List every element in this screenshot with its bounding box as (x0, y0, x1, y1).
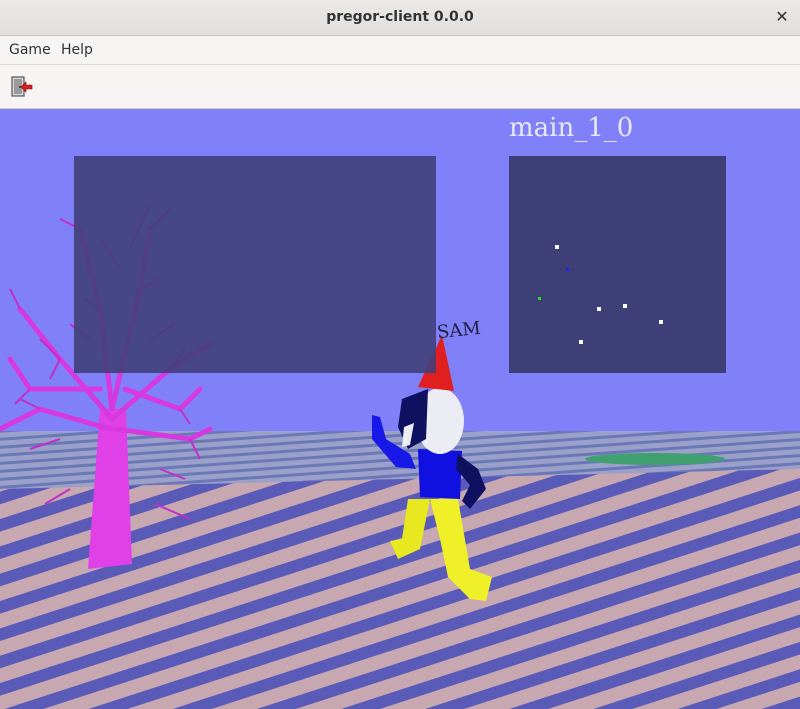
exit-door-icon (11, 76, 33, 97)
pond (585, 453, 725, 465)
minimap-marker (623, 304, 627, 308)
window-title: pregor-client 0.0.0 (326, 9, 474, 25)
minimap (509, 156, 726, 373)
info-panel (74, 156, 436, 373)
minimap-marker (538, 297, 541, 300)
minimap-marker (555, 245, 559, 249)
exit-button[interactable] (9, 74, 35, 100)
minimap-marker (659, 320, 663, 324)
menu-help[interactable]: Help (61, 42, 93, 58)
toolbar (0, 65, 800, 109)
title-bar: pregor-client 0.0.0 ✕ (0, 0, 800, 36)
menu-bar: Game Help (0, 36, 800, 65)
menu-game[interactable]: Game (9, 42, 51, 58)
game-viewport[interactable]: SAM main_1_0 (0, 109, 800, 709)
close-icon[interactable]: ✕ (772, 7, 792, 27)
map-label: main_1_0 (509, 113, 634, 143)
minimap-marker-player (566, 268, 569, 271)
minimap-marker (579, 340, 583, 344)
minimap-marker (597, 307, 601, 311)
